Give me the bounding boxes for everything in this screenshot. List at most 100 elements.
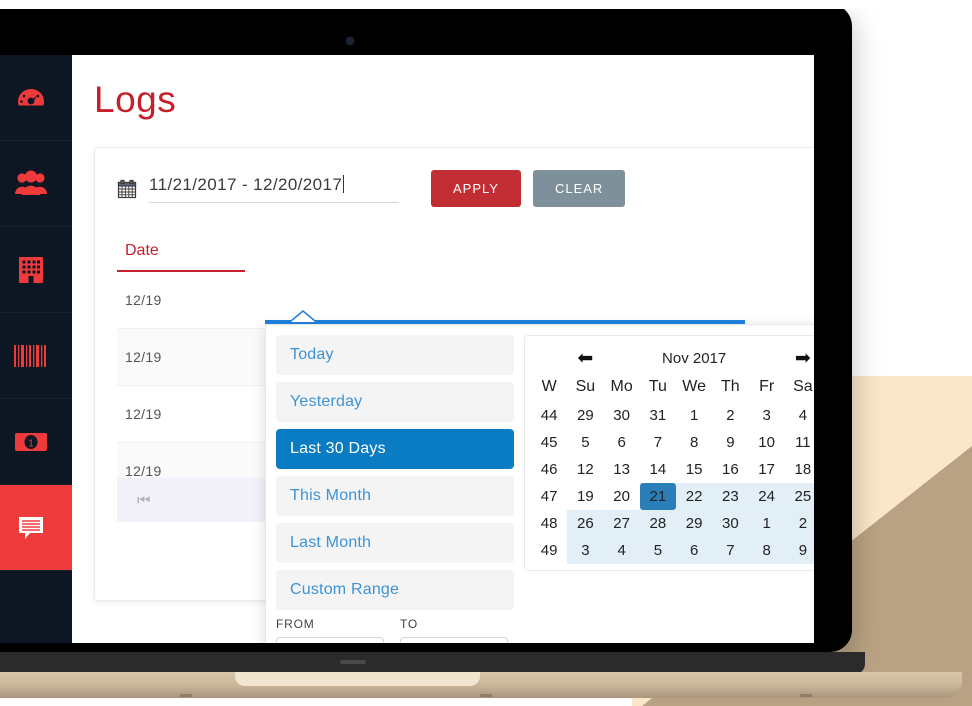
prev-month-button[interactable]: ⬅: [567, 344, 603, 373]
calendar-day-cell[interactable]: 14: [640, 456, 676, 483]
calendar-day-cell[interactable]: 6: [604, 429, 640, 456]
sidebar-item-billing[interactable]: 1: [0, 399, 72, 485]
cell-date: 12/19: [125, 463, 162, 479]
calendar-day-cell[interactable]: 4: [603, 537, 640, 564]
barcode-icon: [13, 343, 49, 369]
calendar-day-cell[interactable]: 28: [639, 510, 676, 537]
range-option-last-30-days[interactable]: Last 30 Days: [276, 429, 514, 469]
calendar-day-cell[interactable]: 7: [640, 429, 676, 456]
sidebar-item-users[interactable]: [0, 141, 72, 227]
laptop-base-notch: [340, 660, 366, 664]
column-header-date[interactable]: Date: [117, 236, 245, 272]
calendar-day-cell[interactable]: 12: [567, 456, 603, 483]
arrow-right-icon: ➡: [794, 348, 811, 369]
deck-mark: [800, 694, 812, 697]
day-header-we: We: [682, 378, 706, 395]
sidebar-item-barcode[interactable]: [0, 313, 72, 399]
page-title: Logs: [94, 79, 177, 120]
sidebar-item-logs[interactable]: [0, 485, 72, 571]
calendar-day-cell[interactable]: 11: [785, 429, 814, 456]
calendar-day-cell[interactable]: 5: [567, 429, 603, 456]
clear-filter-button[interactable]: CLEAR: [532, 170, 626, 207]
from-label: FROM: [276, 617, 315, 631]
deck-mark: [480, 694, 492, 697]
calendar-day-cell[interactable]: 1: [676, 402, 712, 429]
calendar-day-cell[interactable]: 18: [785, 456, 814, 483]
laptop-lid: 1 Logs 11/21/2017 - 12/20/2017 APPLY CLE…: [0, 4, 852, 652]
date-range-input[interactable]: 11/21/2017 - 12/20/2017: [149, 174, 399, 203]
range-option-today[interactable]: Today: [276, 335, 514, 375]
calendar-day-cell[interactable]: 30: [604, 402, 640, 429]
day-header-tu: Tu: [648, 378, 667, 395]
first-page-icon[interactable]: ⏮: [137, 492, 151, 509]
calendar-day-cell[interactable]: 8: [676, 429, 712, 456]
day-header-th: Th: [721, 378, 740, 395]
calendar-day-cell[interactable]: 10: [749, 429, 785, 456]
calendar-day-cell[interactable]: 16: [712, 456, 748, 483]
calendar-day-cell[interactable]: 3: [567, 537, 604, 564]
laptop-screen: 1 Logs 11/21/2017 - 12/20/2017 APPLY CLE…: [0, 55, 814, 643]
calendar-week-number: 45: [540, 434, 558, 451]
main-content: Logs 11/21/2017 - 12/20/2017 APPLY CLEAR…: [72, 55, 814, 643]
next-month-button[interactable]: ➡: [785, 344, 814, 373]
daterangepicker: Today Yesterday Last 30 Days This Month …: [265, 324, 814, 643]
text-cursor: [343, 174, 345, 193]
range-option-last-month[interactable]: Last Month: [276, 523, 514, 563]
apply-filter-button[interactable]: APPLY: [431, 170, 521, 207]
app-window: 1 Logs 11/21/2017 - 12/20/2017 APPLY CLE…: [0, 55, 814, 643]
day-header-sa: Sa: [793, 378, 813, 395]
calendar-day-cell[interactable]: 29: [676, 510, 713, 537]
calendar-day-cell[interactable]: 30: [712, 510, 749, 537]
calendar-day-cell[interactable]: 15: [676, 456, 712, 483]
calendar-day-cell[interactable]: 26: [567, 510, 604, 537]
calendar-week-number: 47: [540, 488, 558, 505]
sidebar-item-buildings[interactable]: [0, 227, 72, 313]
range-option-this-month[interactable]: This Month: [276, 476, 514, 516]
day-header-fr: Fr: [759, 378, 775, 395]
arrow-left-icon: ⬅: [577, 348, 594, 369]
calendar-day-cell[interactable]: 5: [639, 537, 676, 564]
calendar-day-cell[interactable]: 17: [749, 456, 785, 483]
calendar-day-cell[interactable]: 1: [748, 510, 785, 537]
calendar-day-cell[interactable]: 6: [676, 537, 713, 564]
calendar-day-cell[interactable]: 2: [784, 510, 814, 537]
deck-mark: [180, 694, 192, 697]
calendar-week-row: 47 19 20 21 22 23 24 25: [531, 483, 814, 510]
calendar-day-cell[interactable]: 29: [567, 402, 603, 429]
logs-card: 11/21/2017 - 12/20/2017 APPLY CLEAR Date…: [94, 147, 814, 643]
calendar-day-cell[interactable]: 3: [749, 402, 785, 429]
range-option-yesterday[interactable]: Yesterday: [276, 382, 514, 422]
calendar-day-cell[interactable]: 20: [604, 483, 640, 510]
calendar-day-cell[interactable]: 7: [712, 537, 749, 564]
daterangepicker-topline: [265, 320, 745, 324]
calendar-day-cell[interactable]: 4: [785, 402, 814, 429]
laptop-base: [0, 652, 865, 674]
range-option-custom-range[interactable]: Custom Range: [276, 570, 514, 610]
laptop-deck-notch: [235, 672, 480, 686]
calendar-day-cell[interactable]: 27: [603, 510, 640, 537]
to-input[interactable]: [400, 637, 508, 643]
money-bill-icon: 1: [14, 431, 48, 453]
calendar-day-cell[interactable]: 2: [712, 402, 748, 429]
calendar-day-cell[interactable]: 9: [712, 429, 748, 456]
calendar-day-cell[interactable]: 13: [604, 456, 640, 483]
sidebar-item-dashboard[interactable]: [0, 55, 72, 141]
calendar-day-cell[interactable]: 9: [784, 537, 814, 564]
from-input[interactable]: [276, 637, 384, 643]
from-to-fields: FROM TO: [276, 617, 514, 643]
calendar-left: ⬅ Nov 2017 ➡ W Su Mo Tu We Th Fr Sa 44 2…: [524, 335, 814, 571]
calendar-week-row: 44 29 30 31 1 2 3 4: [531, 402, 814, 429]
calendar-left-week-spacer: [531, 344, 567, 373]
calendar-day-cell[interactable]: 8: [748, 537, 785, 564]
sidebar: 1: [0, 55, 72, 643]
calendar-day-cell[interactable]: 25: [784, 483, 814, 510]
calendar-day-cell[interactable]: 23: [712, 483, 749, 510]
calendar-day-cell[interactable]: 19: [567, 483, 603, 510]
calendar-day-cell[interactable]: 22: [676, 483, 713, 510]
week-col-header: W: [541, 378, 557, 395]
calendar-day-cell[interactable]: 24: [748, 483, 785, 510]
calendar-day-cell[interactable]: 21: [639, 483, 676, 510]
day-header-su: Su: [575, 378, 596, 395]
to-label: TO: [400, 617, 419, 631]
calendar-day-cell[interactable]: 31: [640, 402, 676, 429]
